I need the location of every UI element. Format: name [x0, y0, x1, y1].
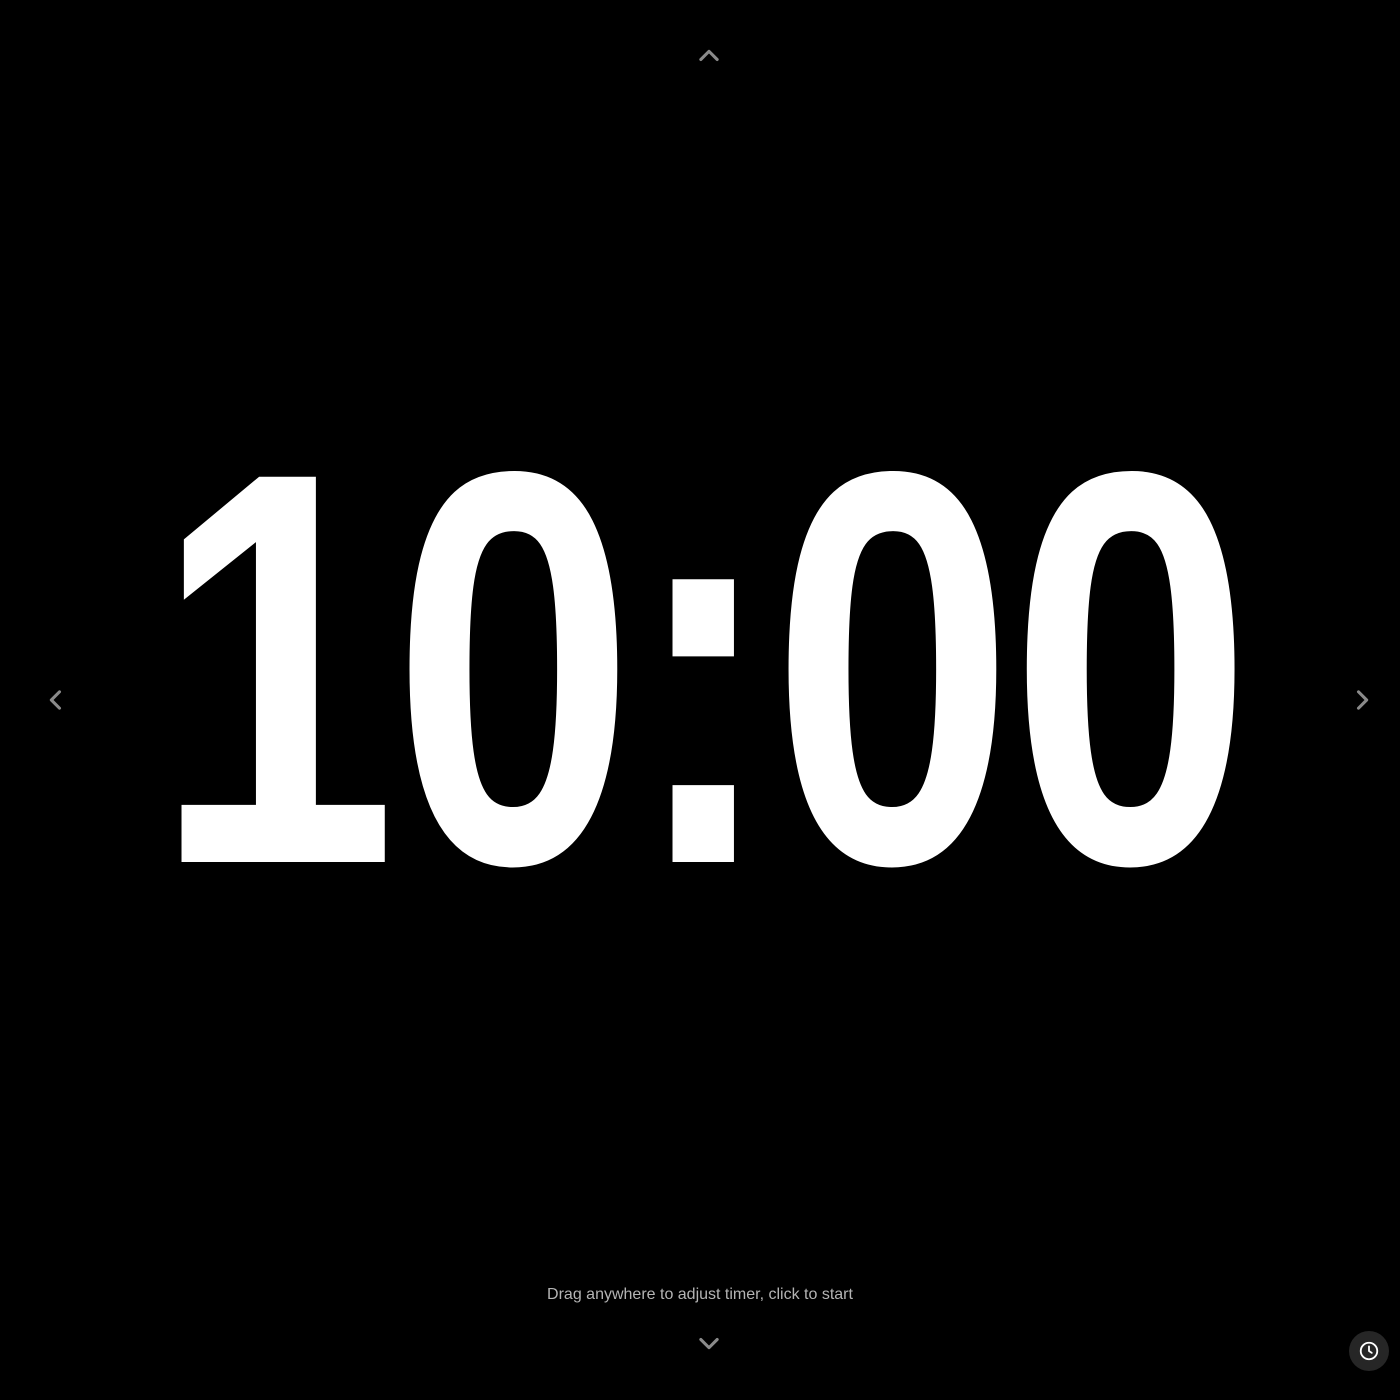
- chevron-down-icon: [699, 1337, 719, 1350]
- previous-arrow[interactable]: [36, 680, 76, 720]
- chevron-left-icon: [49, 690, 62, 710]
- next-arrow[interactable]: [1342, 680, 1382, 720]
- clock-icon: [1359, 1341, 1379, 1361]
- timer-display[interactable]: 10:00: [154, 388, 1252, 948]
- history-button[interactable]: [1349, 1331, 1389, 1371]
- timer-stage[interactable]: 10:00 Drag anywhere to adjust timer, cli…: [0, 0, 1400, 1400]
- chevron-up-icon: [699, 49, 719, 62]
- instruction-hint: Drag anywhere to adjust timer, click to …: [547, 1286, 853, 1303]
- increase-minutes-arrow[interactable]: [689, 36, 729, 76]
- decrease-minutes-arrow[interactable]: [689, 1323, 729, 1363]
- chevron-right-icon: [1356, 690, 1369, 710]
